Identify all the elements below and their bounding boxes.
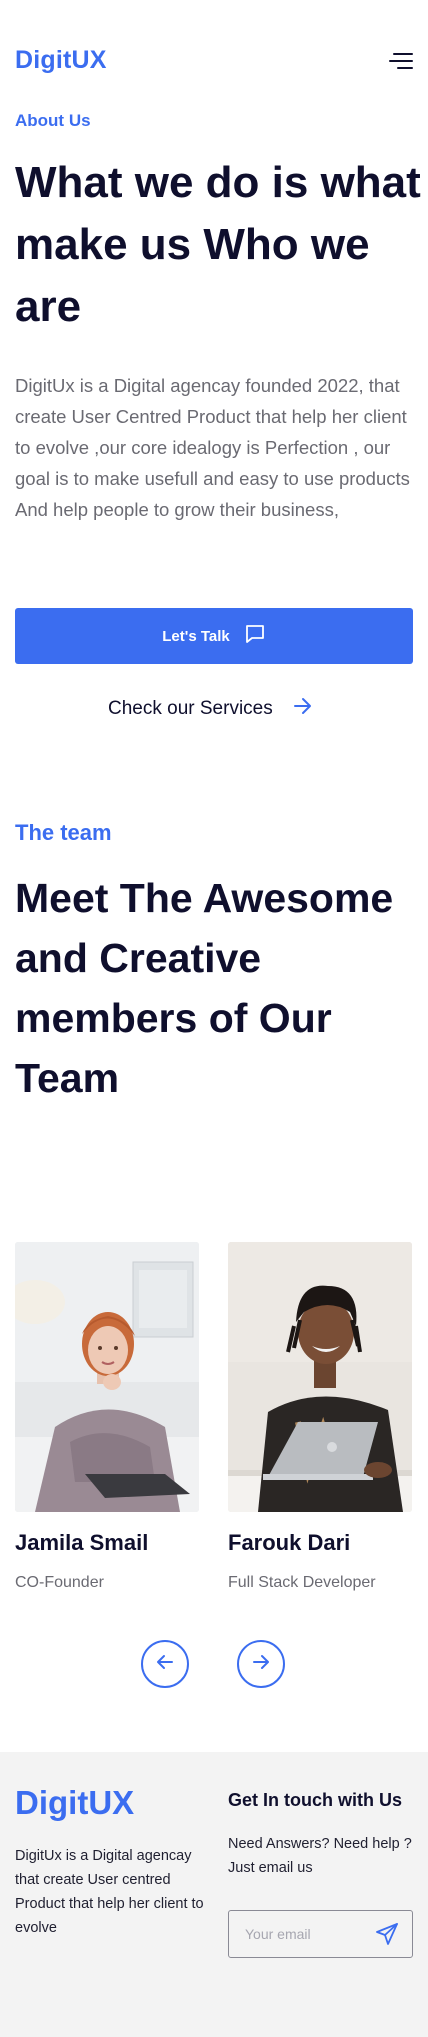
member-name: Jamila Smail (15, 1530, 149, 1555)
member-role: Full Stack Developer (228, 1574, 376, 1591)
check-services-link[interactable]: Check our Services (108, 697, 313, 721)
team-member-card[interactable]: Jamila Smail CO-Founder (15, 1242, 199, 1594)
carousel-next-button[interactable] (237, 1640, 285, 1688)
site-footer: DigitUX DigitUx is a Digital agencay tha… (0, 1752, 428, 2037)
hero-description: DigitUx is a Digital agencay founded 202… (15, 375, 410, 520)
member-photo (15, 1242, 199, 1512)
contact-heading: Get In touch with Us (228, 1790, 402, 1810)
services-label: Check our Services (108, 698, 273, 719)
logo[interactable]: DigitUX (15, 46, 107, 75)
email-subscribe-form (228, 1910, 413, 1958)
team-eyebrow: The team (15, 820, 112, 845)
email-input[interactable] (245, 1926, 372, 1942)
about-eyebrow: About Us (15, 111, 91, 130)
hamburger-menu-icon[interactable] (387, 51, 413, 71)
chat-bubble-icon (244, 623, 266, 649)
lets-talk-label: Let's Talk (162, 627, 230, 645)
arrow-right-icon (252, 1653, 270, 1676)
member-photo (228, 1242, 412, 1512)
site-header: DigitUX (0, 0, 428, 124)
lets-talk-button[interactable]: Let's Talk (15, 608, 413, 664)
arrow-right-icon (293, 697, 313, 721)
hero-title: What we do is what make us Who we are (15, 158, 421, 331)
contact-description: Need Answers? Need help ? Just email us (228, 1836, 412, 1876)
team-title: Meet The Awesome and Creative members of… (15, 875, 394, 1101)
team-member-card[interactable]: Farouk Dari Full Stack Developer (228, 1242, 412, 1594)
footer-description: DigitUx is a Digital agencay that create… (15, 1848, 204, 1936)
member-role: CO-Founder (15, 1574, 104, 1591)
arrow-left-icon (156, 1653, 174, 1676)
footer-logo[interactable]: DigitUX (15, 1784, 134, 1822)
member-name: Farouk Dari (228, 1530, 351, 1555)
carousel-prev-button[interactable] (141, 1640, 189, 1688)
paper-plane-icon[interactable] (372, 1919, 402, 1949)
